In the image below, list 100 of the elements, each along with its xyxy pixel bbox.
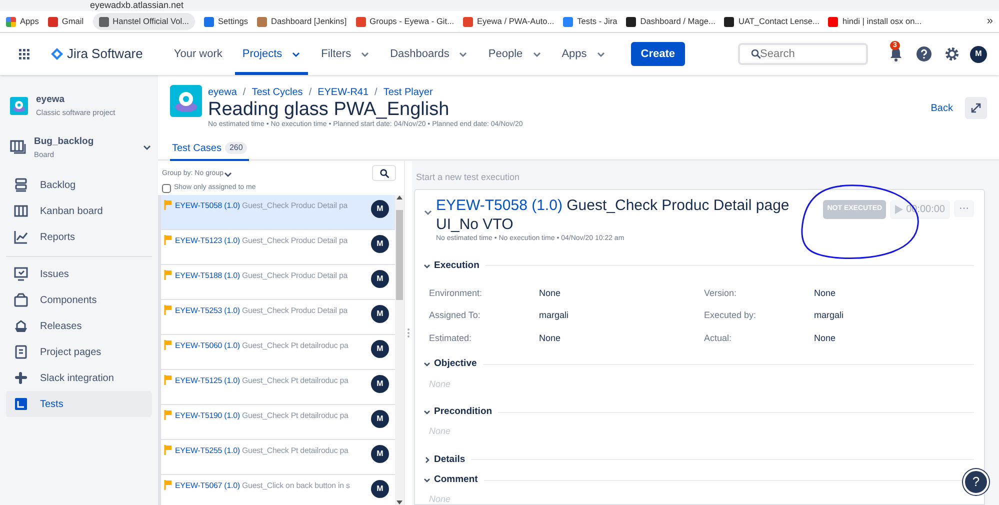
- field-value: margali: [814, 309, 845, 322]
- nav-menu-item[interactable]: Your work: [166, 33, 230, 75]
- back-button[interactable]: Back: [924, 97, 959, 119]
- search-field[interactable]: Search: [738, 43, 868, 65]
- bookmark-icon: [204, 16, 214, 26]
- package-icon: [14, 293, 28, 307]
- scroll-up-icon: [396, 195, 403, 200]
- bookmark-icon: [828, 16, 838, 26]
- page-title: Reading glass PWA_English: [208, 100, 450, 120]
- bookmark[interactable]: Hanstel Official Vol...: [92, 13, 195, 30]
- breadcrumb-link[interactable]: Test Player: [383, 85, 433, 100]
- chevron-down-icon: [223, 170, 232, 178]
- slack-icon: [14, 371, 28, 385]
- bookmark[interactable]: Apps: [6, 15, 39, 28]
- bookmark[interactable]: Dashboard / Mage...: [626, 15, 716, 28]
- sidebar-item[interactable]: Slack integration: [6, 365, 152, 391]
- sidebar-item[interactable]: Reports: [6, 224, 152, 250]
- bookmark[interactable]: Settings: [204, 15, 248, 28]
- empty-value: None: [428, 425, 452, 438]
- columns-icon: [14, 204, 28, 218]
- nav-menu-item[interactable]: Filters: [314, 33, 378, 75]
- flag-icon: [164, 375, 172, 385]
- bookmark[interactable]: hindi | install osx on...: [828, 15, 922, 28]
- section-header[interactable]: Comment: [423, 473, 478, 488]
- flag-icon: [164, 305, 172, 315]
- sidebar-item[interactable]: Kanban board: [6, 198, 152, 224]
- flag-icon: [164, 340, 172, 350]
- chart-icon: [14, 230, 28, 244]
- assignee-avatar: M: [371, 235, 389, 253]
- field-label: Executed by:: [704, 309, 758, 322]
- user-avatar[interactable]: M: [970, 46, 987, 62]
- flag-icon: [164, 410, 172, 420]
- empty-value: None: [428, 493, 452, 504]
- tab[interactable]: Test Cases 260: [170, 137, 249, 161]
- field-label: Version:: [704, 286, 738, 300]
- breadcrumb-link[interactable]: EYEW-R41: [318, 85, 369, 100]
- expand-button[interactable]: [965, 97, 987, 119]
- help-icon[interactable]: [916, 46, 932, 62]
- sidebar-item[interactable]: Releases: [6, 313, 152, 339]
- breadcrumb-link[interactable]: eyewa: [208, 85, 237, 100]
- assignee-avatar: M: [371, 305, 389, 323]
- nav-menu-item[interactable]: Projects: [235, 33, 308, 75]
- bookmark-icon: [98, 16, 109, 26]
- create-button[interactable]: Create: [630, 42, 686, 66]
- breadcrumb-separator: /: [242, 86, 246, 100]
- flag-icon: [164, 235, 172, 245]
- field-label: Assigned To:: [429, 309, 482, 322]
- breadcrumb-link[interactable]: Test Cycles: [252, 85, 303, 100]
- assignee-avatar: M: [371, 340, 389, 358]
- assignee-avatar: M: [371, 445, 389, 463]
- chevron-down-icon: [423, 208, 432, 216]
- search-icon: [380, 168, 388, 178]
- section-header[interactable]: Objective: [423, 357, 477, 372]
- sidebar-item[interactable]: Tests: [6, 391, 152, 417]
- notifications-icon[interactable]: [888, 46, 904, 62]
- field-value: margali: [539, 309, 570, 322]
- more-button[interactable]: ···: [954, 200, 974, 217]
- chevron-down-icon: [423, 262, 431, 270]
- breadcrumb-separator: /: [308, 86, 312, 100]
- bookmark-icon: [48, 16, 58, 26]
- backlog-icon: [14, 178, 28, 192]
- nav-menu-item[interactable]: Dashboards: [383, 33, 476, 75]
- assignee-avatar: M: [371, 200, 389, 218]
- settings-icon[interactable]: [944, 46, 960, 62]
- section-header[interactable]: Precondition: [423, 405, 492, 420]
- assignee-avatar: M: [371, 480, 389, 498]
- flag-icon: [164, 200, 172, 210]
- sidebar-item[interactable]: Components: [6, 287, 152, 313]
- tests-icon: [14, 397, 28, 411]
- sidebar-item[interactable]: Backlog: [6, 172, 152, 198]
- board-name[interactable]: Bug_backlog: [34, 134, 134, 149]
- search-button[interactable]: [372, 165, 396, 181]
- bookmark[interactable]: Groups - Eyewa - Git...: [356, 15, 454, 28]
- nav-menu-item[interactable]: Apps: [554, 33, 613, 75]
- sidebar-item[interactable]: Project pages: [6, 339, 152, 365]
- bookmark-icon: [724, 16, 734, 26]
- bookmark[interactable]: Dashboard [Jenkins]: [256, 15, 347, 28]
- product-logo[interactable]: Jira Software: [45, 44, 143, 64]
- sidebar-item[interactable]: Issues: [6, 261, 152, 287]
- bookmark[interactable]: UAT_Contact Lense...: [724, 15, 820, 28]
- bookmark[interactable]: Gmail: [48, 15, 84, 28]
- play-icon: [895, 205, 904, 214]
- bookmark-icon: [463, 16, 473, 26]
- bookmark[interactable]: Eyewa / PWA-Auto...: [463, 15, 554, 28]
- field-label: Environment:: [429, 286, 484, 300]
- section-header[interactable]: Execution: [423, 258, 480, 273]
- nav-menu-item[interactable]: People: [481, 33, 549, 75]
- board-icon: [10, 140, 26, 154]
- scrollbar-thumb[interactable]: [396, 210, 403, 300]
- bookmark-icon: [626, 16, 636, 26]
- flag-icon: [164, 480, 172, 490]
- checkbox[interactable]: [162, 184, 171, 193]
- app-switcher-icon[interactable]: [18, 48, 31, 60]
- field-value: None: [539, 332, 562, 345]
- bookmark[interactable]: Tests - Jira: [563, 15, 618, 28]
- section-header[interactable]: Details: [423, 452, 466, 467]
- url-text[interactable]: eyewadxb.atlassian.net: [90, 0, 184, 10]
- chevron-down-icon[interactable]: [142, 142, 152, 152]
- more-bookmarks-button[interactable]: »: [986, 13, 993, 30]
- drag-handle-icon[interactable]: [407, 328, 410, 338]
